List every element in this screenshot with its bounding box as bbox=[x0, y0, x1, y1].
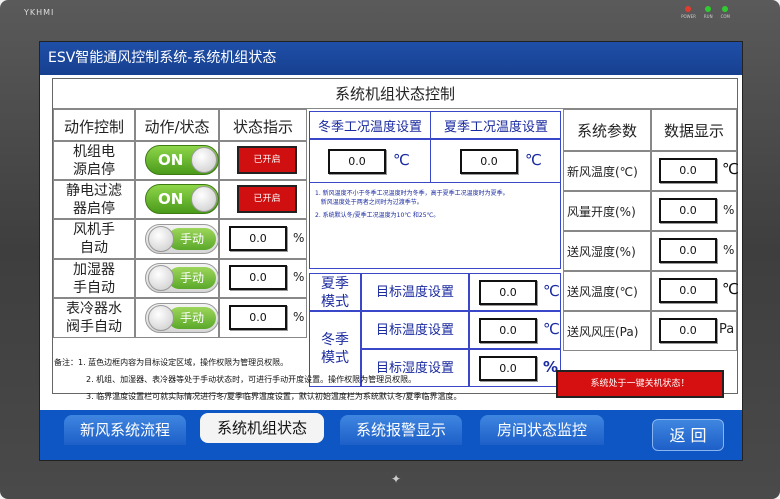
toggle-knob bbox=[191, 186, 217, 212]
unit-label: % bbox=[723, 203, 735, 217]
param-label-supply-pressure: 送风风压(Pa) bbox=[567, 325, 639, 339]
toggle-knob bbox=[148, 226, 174, 252]
filter-power-toggle[interactable]: ON bbox=[145, 184, 219, 214]
winter-temp-input[interactable]: 0.0 bbox=[328, 149, 386, 174]
back-button[interactable]: 返 回 bbox=[652, 419, 724, 451]
supply-temp-display: 0.0 bbox=[659, 278, 717, 303]
toggle-knob bbox=[148, 305, 174, 331]
status-panel: 系统机组状态控制 动作控制 动作/状态 状态指示 机组电 源启停 ON 已开启 … bbox=[52, 78, 739, 394]
fan-opening-input[interactable]: 0.0 bbox=[229, 226, 287, 251]
cooler-valve-mode-toggle[interactable]: 手动 bbox=[145, 303, 219, 333]
row-label-filter-power: 静电过滤 器启停 bbox=[66, 183, 122, 217]
param-label-airflow-opening: 风量开度(%) bbox=[567, 205, 636, 219]
row-label-cooler-valve-mode: 表冷器水 阀手自动 bbox=[66, 301, 122, 335]
panel-title: 系统机组状态控制 bbox=[53, 79, 737, 109]
header-action-control: 动作控制 bbox=[63, 118, 124, 136]
row-label-humidifier-mode: 加湿器 手自动 bbox=[73, 262, 115, 296]
param-label-supply-humidity: 送风湿度(%) bbox=[567, 245, 636, 259]
winter-target-temp-label: 目标温度设置 bbox=[375, 323, 454, 338]
com-led-icon bbox=[722, 6, 729, 12]
filter-power-indicator: 已开启 bbox=[237, 185, 297, 213]
header-action-status: 动作/状态 bbox=[144, 118, 210, 136]
tab-room-monitor[interactable]: 房间状态监控 bbox=[480, 415, 604, 445]
header-system-params: 系统参数 bbox=[576, 122, 637, 140]
param-label-supply-temp: 送风温度(℃) bbox=[567, 285, 638, 299]
season-note-3: 2. 系统默认冬/夏季工况温度为10℃ 和25℃。 bbox=[315, 212, 440, 219]
unit-label: % bbox=[293, 270, 305, 284]
remark-1: 备注：1. 蓝色边框内容为目标设定区域，操作权限为管理员权限。 bbox=[54, 358, 289, 367]
remark-3: 3. 临界温度设置栏可就实际情况进行冬/夏季临界温度设置，默认初始温度栏为系统默… bbox=[86, 392, 462, 401]
toggle-text: 手动 bbox=[180, 271, 205, 285]
brand-label: YKHMI bbox=[24, 8, 55, 17]
header-status-indicator: 状态指示 bbox=[232, 118, 293, 136]
toggle-text: ON bbox=[158, 151, 184, 169]
humidifier-opening-input[interactable]: 0.0 bbox=[229, 265, 287, 290]
row-label-unit-power: 机组电 源启停 bbox=[73, 144, 115, 178]
unit-power-indicator: 已开启 bbox=[237, 146, 297, 174]
run-led-label: RUN bbox=[703, 14, 713, 19]
power-led-label: POWER bbox=[681, 14, 696, 19]
unit-label: ℃ bbox=[393, 151, 410, 169]
remarks: 备注：1. 蓝色边框内容为目标设定区域，操作权限为管理员权限。 2. 机组、加湿… bbox=[54, 354, 462, 405]
summer-mode-label: 夏季 模式 bbox=[321, 276, 349, 310]
hmi-screen: ESV智能通风控制系统-系统机组状态 系统机组状态控制 动作控制 动作/状态 状… bbox=[39, 41, 743, 461]
unit-label: ℃ bbox=[543, 282, 560, 300]
summer-target-temp-input[interactable]: 0.0 bbox=[479, 280, 537, 305]
system-status-indicator: 系统处于一键关机状态！ bbox=[556, 370, 724, 398]
unit-label: % bbox=[293, 231, 305, 245]
winter-temp-header: 冬季工况温度设置 bbox=[317, 120, 422, 135]
season-note-1: 1. 新风温度不小于冬季工况温度时为冬季，高于夏季工况温度时为夏季。 bbox=[315, 190, 509, 197]
toggle-text: 手动 bbox=[180, 311, 205, 325]
power-led: POWER bbox=[681, 6, 696, 19]
humidifier-mode-toggle[interactable]: 手动 bbox=[145, 263, 219, 293]
nav-tab-bar: 新风系统流程 系统机组状态 系统报警显示 房间状态监控 bbox=[40, 410, 742, 460]
cooler-valve-opening-input[interactable]: 0.0 bbox=[229, 305, 287, 330]
summer-target-temp-label: 目标温度设置 bbox=[375, 285, 454, 300]
remark-2: 2. 机组、加湿器、表冷器等处于手动状态时，可进行手动开度设置。操作权限为管理员… bbox=[86, 375, 417, 384]
fresh-air-temp-display: 0.0 bbox=[659, 158, 717, 183]
summer-temp-input[interactable]: 0.0 bbox=[460, 149, 518, 174]
tab-fresh-air-process[interactable]: 新风系统流程 bbox=[64, 415, 186, 445]
unit-label: % bbox=[293, 310, 305, 324]
toggle-knob bbox=[148, 265, 174, 291]
season-note-2: 新风温度处于两者之间时为过渡季节。 bbox=[315, 199, 423, 206]
unit-label: Pa bbox=[719, 322, 735, 337]
unit-power-toggle[interactable]: ON bbox=[145, 145, 219, 175]
tab-alarm-display[interactable]: 系统报警显示 bbox=[340, 415, 462, 445]
supply-humidity-display: 0.0 bbox=[659, 238, 717, 263]
run-led: RUN bbox=[704, 6, 713, 19]
airflow-opening-display: 0.0 bbox=[659, 198, 717, 223]
header-data-display: 数据显示 bbox=[663, 122, 724, 140]
fan-mode-toggle[interactable]: 手动 bbox=[145, 224, 219, 254]
summer-temp-header: 夏季工况温度设置 bbox=[443, 120, 548, 135]
com-led-label: COM bbox=[720, 14, 730, 19]
toggle-knob bbox=[191, 147, 217, 173]
row-label-fan-mode: 风机手 自动 bbox=[73, 222, 115, 256]
unit-label: ℃ bbox=[525, 151, 542, 169]
window-title: ESV智能通风控制系统-系统机组状态 bbox=[40, 42, 742, 75]
toggle-text: 手动 bbox=[180, 232, 205, 246]
param-label-fresh-air-temp: 新风温度(℃) bbox=[567, 165, 638, 179]
unit-label: ℃ bbox=[543, 320, 560, 338]
toggle-text: ON bbox=[158, 190, 184, 208]
winter-target-humidity-input[interactable]: 0.0 bbox=[479, 356, 537, 381]
supply-pressure-display: 0.0 bbox=[659, 318, 717, 343]
power-led-icon bbox=[685, 6, 692, 12]
unit-label: ℃ bbox=[722, 160, 739, 178]
tab-unit-status[interactable]: 系统机组状态 bbox=[200, 413, 324, 443]
unit-label: % bbox=[723, 243, 735, 257]
status-leds: POWER RUN COM bbox=[681, 6, 730, 19]
bezel-cross-icon: ✦ bbox=[391, 472, 402, 486]
run-led-icon bbox=[705, 6, 712, 12]
com-led: COM bbox=[721, 6, 730, 19]
unit-label: ℃ bbox=[722, 280, 739, 298]
winter-target-temp-input[interactable]: 0.0 bbox=[479, 318, 537, 343]
